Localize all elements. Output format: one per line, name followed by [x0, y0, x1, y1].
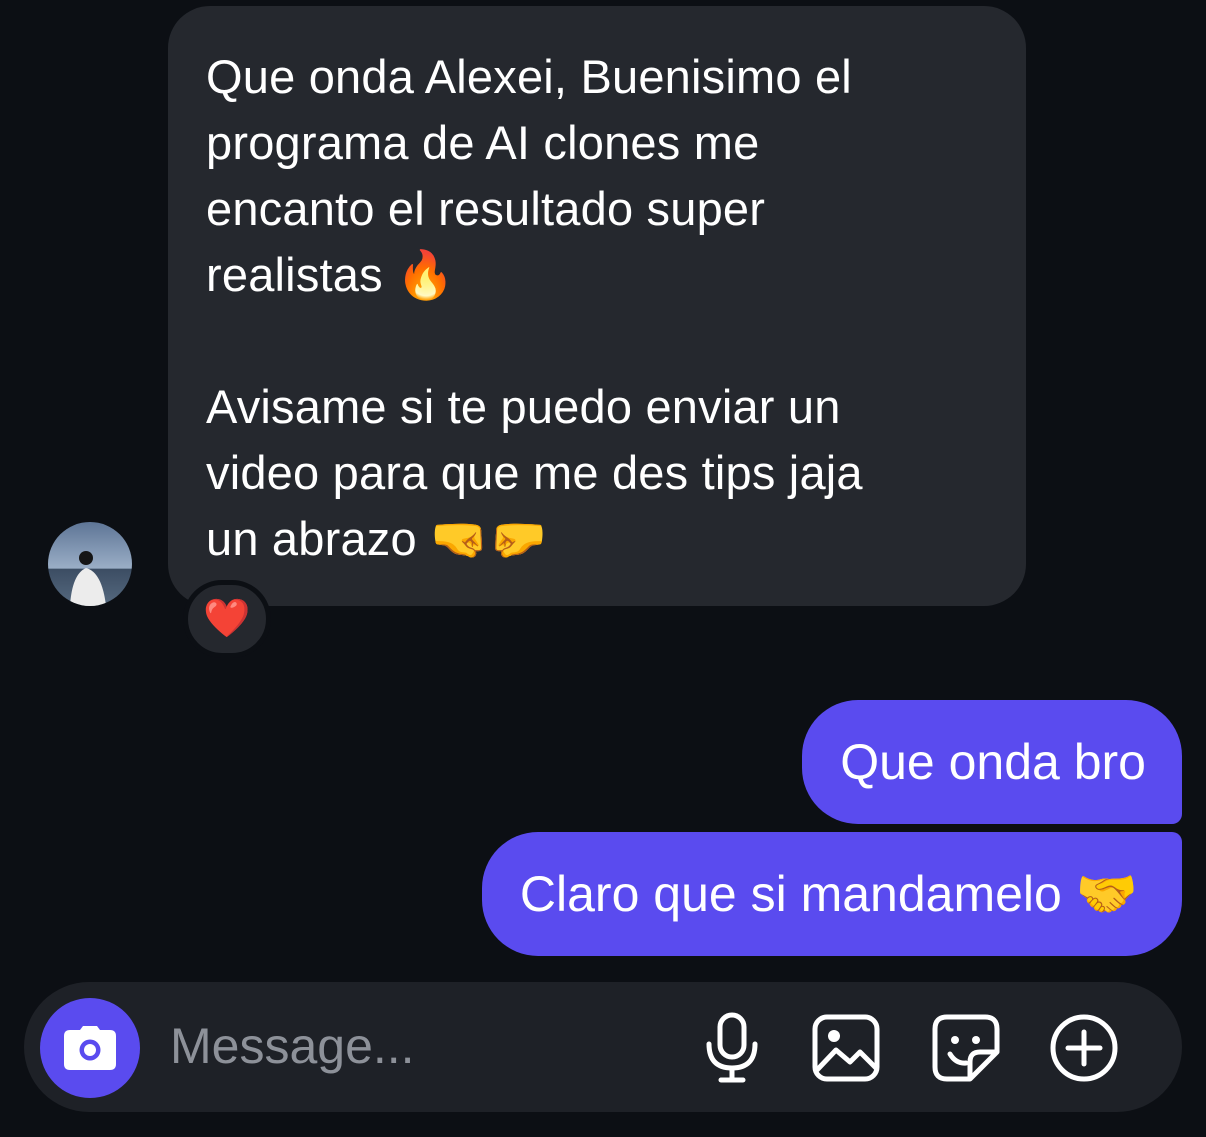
chat-screen: Que onda Alexei, Buenisimo el programa d…	[0, 0, 1206, 1137]
outgoing-message[interactable]: Que onda bro	[802, 700, 1182, 824]
plus-icon	[1050, 1014, 1118, 1082]
message-input[interactable]	[170, 1014, 630, 1078]
plus-button[interactable]	[1048, 1012, 1120, 1084]
incoming-message[interactable]: Que onda Alexei, Buenisimo el programa d…	[168, 6, 1026, 606]
heart-reaction[interactable]: ❤️	[183, 580, 271, 658]
outgoing-message-text: Que onda bro	[840, 734, 1146, 790]
outgoing-message[interactable]: Claro que si mandamelo 🤝	[481, 832, 1182, 956]
microphone-icon	[706, 1012, 758, 1083]
message-composer	[24, 982, 1182, 1112]
gallery-icon	[812, 1014, 880, 1082]
sticker-button[interactable]	[930, 1012, 1002, 1084]
camera-icon	[64, 1026, 116, 1070]
sticker-icon	[932, 1014, 1000, 1082]
gallery-button[interactable]	[810, 1012, 882, 1084]
avatar[interactable]	[48, 522, 132, 606]
outgoing-message-text: Claro que si mandamelo 🤝	[519, 865, 1138, 922]
microphone-button[interactable]	[696, 1012, 768, 1084]
camera-button[interactable]	[40, 998, 140, 1098]
